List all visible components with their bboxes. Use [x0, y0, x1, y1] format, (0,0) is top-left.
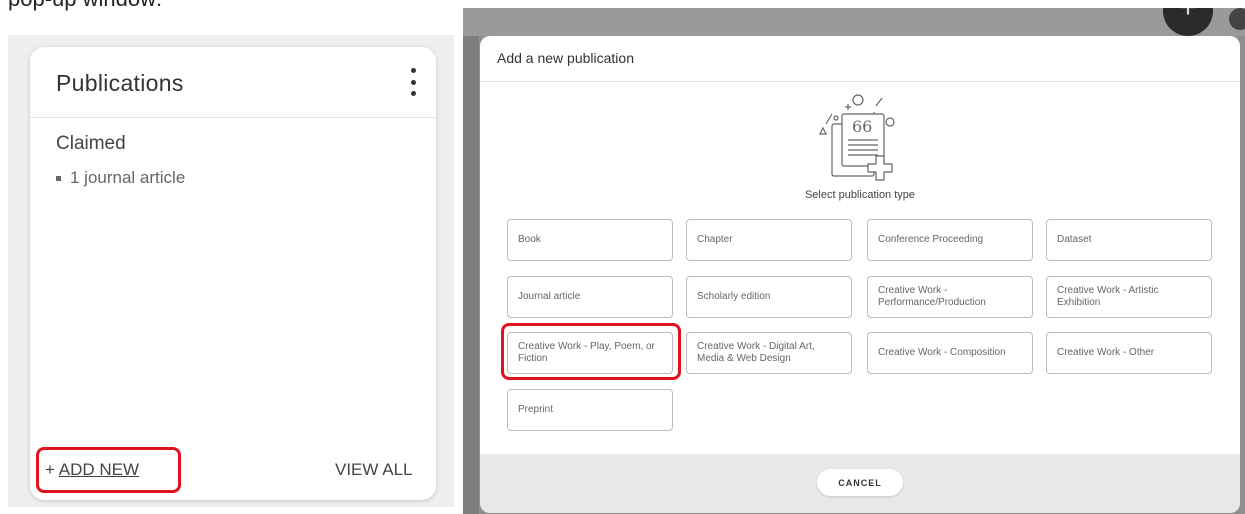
type-preprint-button[interactable]: Preprint: [507, 389, 673, 431]
add-new-highlight: [36, 447, 181, 493]
card-header: Publications: [30, 47, 436, 118]
play-poem-fiction-highlight: [501, 323, 681, 380]
publication-illustration-icon: 66: [819, 94, 895, 181]
type-dataset-button[interactable]: Dataset: [1046, 219, 1212, 261]
type-composition-button[interactable]: Creative Work - Composition: [867, 332, 1033, 374]
type-conference-proceeding-button[interactable]: Conference Proceeding: [867, 219, 1033, 261]
card-title: Publications: [56, 70, 184, 96]
modal-header: Add a new publication: [480, 36, 1240, 82]
view-all-link[interactable]: VIEW ALL: [335, 460, 412, 480]
add-publication-modal: Add a new publication 66 Select publicat…: [480, 36, 1240, 513]
modal-footer: CANCEL: [480, 454, 1240, 513]
type-book-button[interactable]: Book: [507, 219, 673, 261]
cancel-button[interactable]: CANCEL: [817, 469, 903, 496]
more-options-icon[interactable]: [408, 68, 418, 96]
claimed-heading: Claimed: [56, 133, 126, 154]
svg-text:66: 66: [852, 117, 872, 136]
type-journal-article-button[interactable]: Journal article: [507, 276, 673, 318]
publications-card: Publications Claimed 1 journal article: [30, 47, 436, 500]
type-digital-art-media-button[interactable]: Creative Work - Digital Art, Media & Web…: [686, 332, 852, 374]
background-sidebar-sliver: [463, 36, 479, 514]
claimed-item: 1 journal article: [56, 168, 185, 188]
select-type-label: Select publication type: [804, 189, 916, 201]
bullet-icon: [56, 175, 61, 181]
type-artistic-exhibition-button[interactable]: Creative Work - Artistic Exhibition: [1046, 276, 1212, 318]
close-fab-button[interactable]: [1229, 8, 1245, 30]
type-chapter-button[interactable]: Chapter: [686, 219, 852, 261]
modal-title: Add a new publication: [497, 50, 634, 66]
type-other-button[interactable]: Creative Work - Other: [1046, 332, 1212, 374]
type-performance-production-button[interactable]: Creative Work - Performance/Production: [867, 276, 1033, 318]
type-scholarly-edition-button[interactable]: Scholarly edition: [686, 276, 852, 318]
caption-text: pop-up window:: [8, 0, 162, 12]
claimed-item-label: 1 journal article: [70, 168, 186, 187]
background-top-strip: [463, 8, 1245, 36]
